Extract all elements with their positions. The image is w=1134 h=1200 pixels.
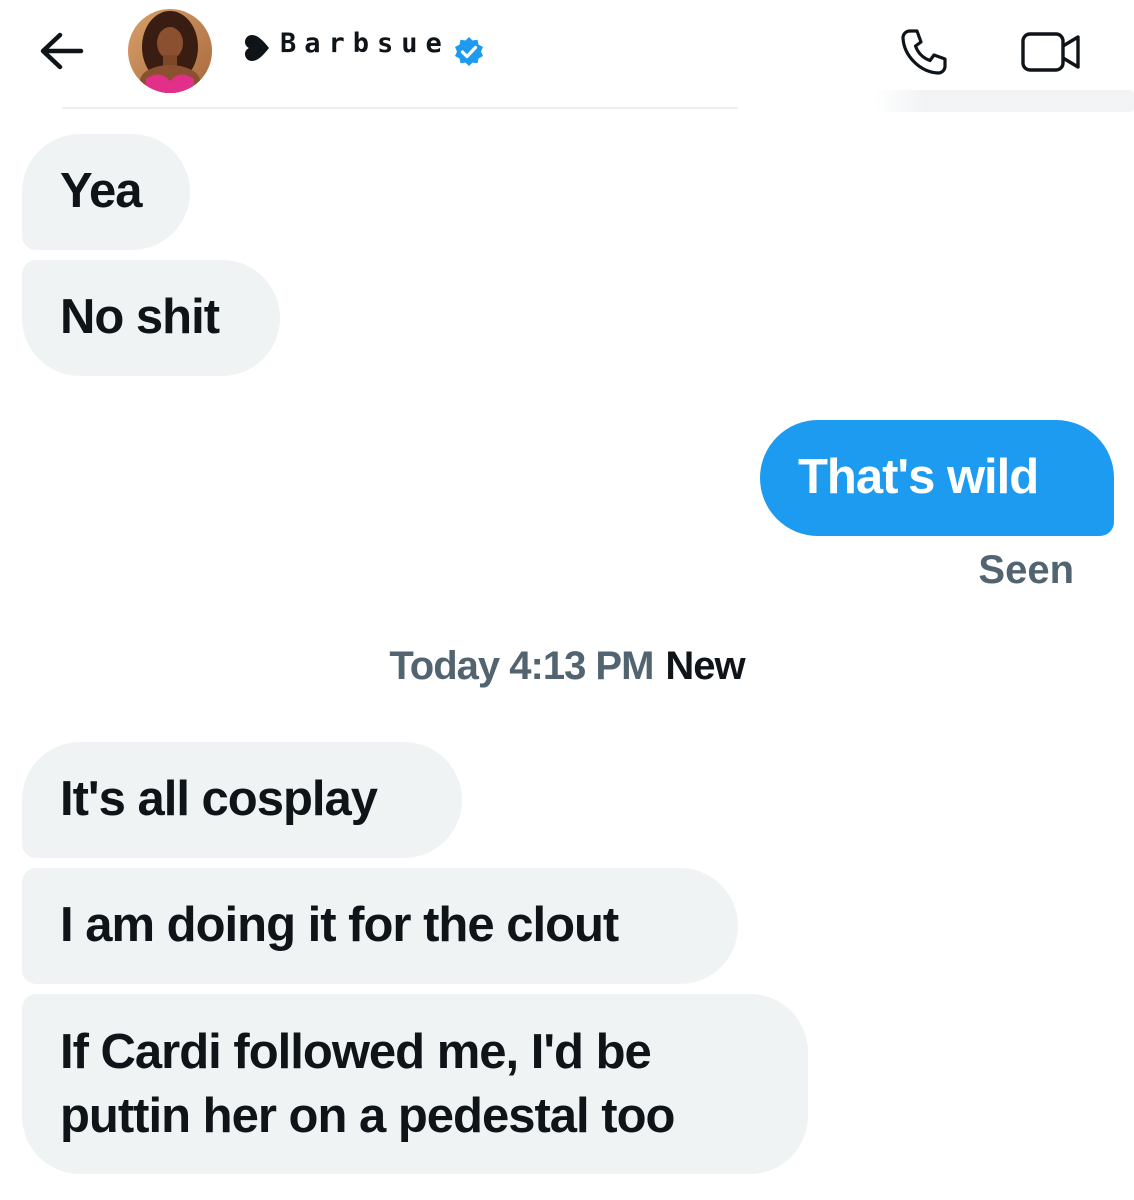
heart-icon: [245, 35, 269, 61]
contact-display-name: Barbsue: [280, 27, 450, 59]
message-bubble-received[interactable]: It's all cosplay: [22, 742, 462, 858]
message-bubble-received[interactable]: No shit: [22, 260, 280, 376]
avatar-image: [128, 9, 212, 93]
message-bubble-sent[interactable]: That's wild: [760, 420, 1114, 536]
new-messages-label: New: [665, 644, 745, 688]
avatar[interactable]: [128, 9, 212, 93]
message-bubble-received[interactable]: I am doing it for the clout: [22, 868, 738, 984]
header-divider: [62, 107, 738, 109]
video-camera-icon: [1021, 32, 1080, 72]
timestamp-label: Today 4:13 PM: [389, 644, 654, 688]
message-bubble-received[interactable]: If Cardi followed me, I'd be puttin her …: [22, 994, 808, 1174]
phone-icon: [901, 29, 947, 75]
call-button[interactable]: [896, 24, 952, 80]
back-button[interactable]: [36, 26, 86, 76]
message-bubble-received[interactable]: Yea: [22, 134, 190, 250]
conversation-header: Barbsue: [0, 0, 1134, 112]
read-receipt: Seen: [978, 548, 1074, 592]
arrow-left-icon: [40, 32, 84, 70]
contact-name-row[interactable]: Barbsue: [242, 26, 486, 70]
header-fade: [874, 90, 1134, 112]
video-call-button[interactable]: [1018, 24, 1084, 80]
verified-badge-icon: [454, 37, 483, 66]
time-divider: Today 4:13 PM New: [0, 644, 1134, 689]
